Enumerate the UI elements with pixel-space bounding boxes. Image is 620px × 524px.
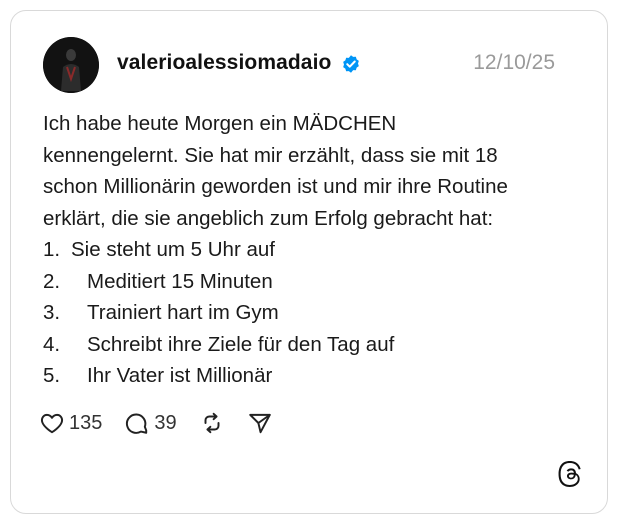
send-icon	[248, 413, 271, 434]
post-body: Ich habe heute Morgen ein MÄDCHEN kennen…	[43, 108, 583, 392]
like-button[interactable]: 135	[39, 410, 102, 436]
routine-list: 1. Sie steht um 5 Uhr auf 2. Meditiert 1…	[43, 234, 583, 392]
threads-logo-icon[interactable]	[558, 461, 584, 487]
post-text-line: kennengelernt. Sie hat mir erzählt, dass…	[43, 143, 498, 167]
action-bar: 135 39	[39, 409, 295, 437]
list-item-text: Meditiert 15 Minuten	[87, 269, 273, 293]
post-text-line: Ich habe heute Morgen ein MÄDCHEN	[43, 112, 397, 135]
list-item: 4. Schreibt ihre Ziele für den Tag auf	[43, 329, 583, 361]
comment-button[interactable]: 39	[124, 410, 177, 436]
list-item-text: Trainiert hart im Gym	[87, 301, 279, 324]
post-date: 12/10/25	[473, 51, 555, 74]
list-item-number: 4.	[43, 332, 61, 356]
list-item: 5. Ihr Vater ist Millionär	[43, 360, 583, 392]
username[interactable]: valerioalessiomadaio	[117, 51, 331, 75]
post-text-line: schon Millionärin geworden ist und mir i…	[43, 175, 508, 198]
post-text-line: erklärt, die sie angeblich zum Erfolg ge…	[43, 206, 494, 230]
list-item-number: 5.	[43, 364, 61, 387]
list-item-number: 2.	[43, 269, 61, 293]
verified-badge-icon	[343, 55, 359, 73]
comment-bubble-icon	[126, 413, 148, 434]
repost-button[interactable]	[199, 410, 225, 436]
avatar[interactable]	[43, 37, 99, 93]
list-item-text: Ihr Vater ist Millionär	[87, 364, 273, 387]
list-item-number: 1.	[43, 238, 61, 261]
list-item-number: 3.	[43, 301, 61, 324]
list-item: 1. Sie steht um 5 Uhr auf	[43, 234, 583, 266]
comment-count: 39	[154, 411, 177, 434]
repost-icon	[204, 412, 220, 434]
post-card: valerioalessiomadaio 12/10/25 Ich habe h…	[10, 10, 608, 514]
heart-icon	[40, 413, 64, 434]
share-button[interactable]	[247, 410, 273, 436]
list-item-text: Schreibt ihre Ziele für den Tag auf	[87, 332, 395, 356]
list-item: 3. Trainiert hart im Gym	[43, 297, 583, 329]
list-item: 2. Meditiert 15 Minuten	[43, 266, 583, 298]
list-item-text: Sie steht um 5 Uhr auf	[71, 238, 275, 261]
like-count: 135	[69, 411, 103, 434]
